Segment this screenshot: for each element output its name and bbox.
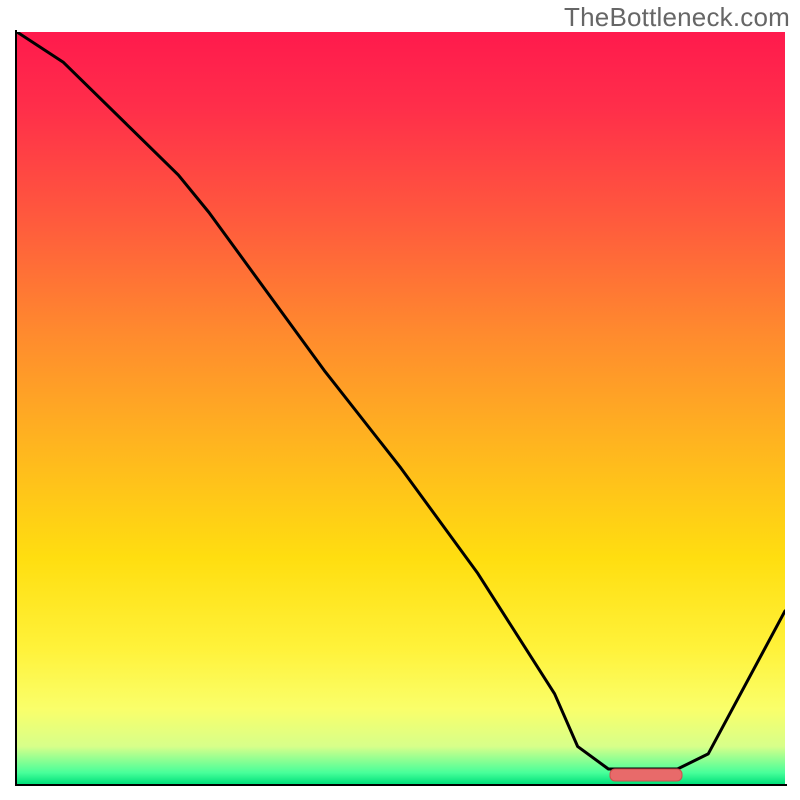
x-axis-line — [15, 784, 787, 786]
plot-area — [17, 32, 785, 784]
watermark-text: TheBottleneck.com — [564, 2, 790, 33]
chart-stage: TheBottleneck.com — [0, 0, 800, 800]
gradient-background — [17, 32, 785, 784]
y-axis-line — [15, 30, 17, 786]
gradient-rect — [17, 32, 785, 784]
